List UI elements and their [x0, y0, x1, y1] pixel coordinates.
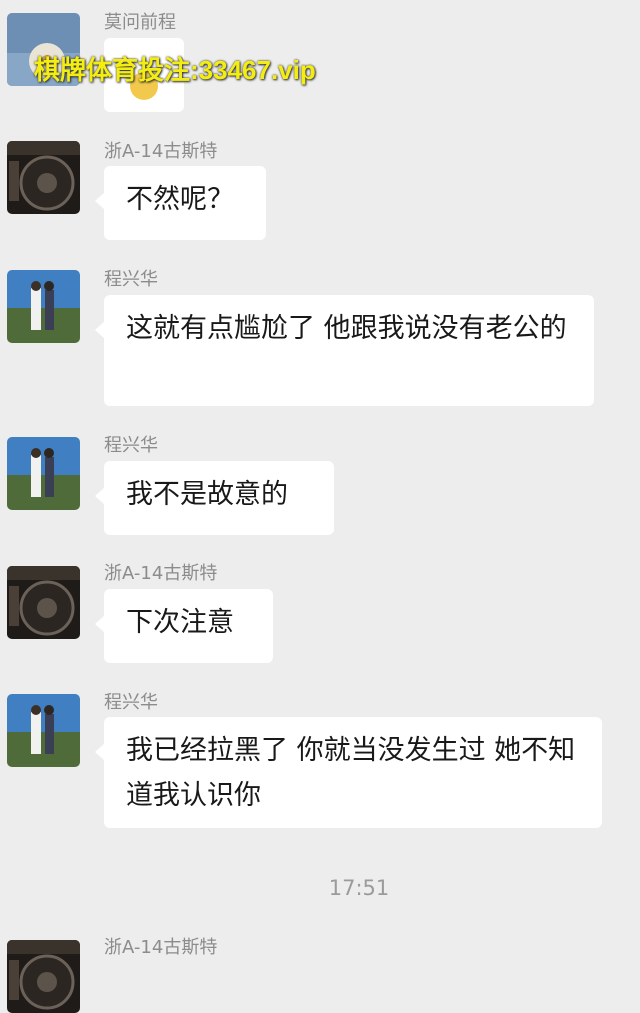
avatar-couple[interactable] — [7, 437, 80, 510]
sender-name: 浙A-14古斯特 — [104, 563, 218, 584]
avatar-car[interactable] — [7, 940, 80, 1013]
car-wheel-avatar-icon — [7, 566, 80, 639]
avatar-couple[interactable] — [7, 694, 80, 767]
chat-timestamp: 17:51 — [328, 876, 390, 900]
couple-photo-avatar-icon — [7, 437, 80, 510]
watermark-text: 棋牌体育投注:33467.vip — [34, 55, 316, 85]
car-wheel-avatar-icon — [7, 141, 80, 214]
sender-name: 程兴华 — [104, 692, 158, 713]
message-bubble[interactable]: 不然呢？ — [95, 166, 266, 240]
car-wheel-avatar-icon — [7, 940, 80, 1013]
sender-name: 浙A-14古斯特 — [104, 141, 218, 162]
sender-name: 程兴华 — [104, 269, 158, 290]
sender-name: 莫问前程 — [104, 12, 176, 33]
avatar-car[interactable] — [7, 141, 80, 214]
message-bubble[interactable]: 下次注意 — [95, 589, 273, 663]
message-bubble[interactable]: 我已经拉黑了 你就当没发生过 她不知道我认识你 — [95, 717, 602, 828]
couple-photo-avatar-icon — [7, 694, 80, 767]
message-bubble[interactable]: 我不是故意的 — [95, 461, 334, 535]
couple-photo-avatar-icon — [7, 270, 80, 343]
sender-name: 浙A-14古斯特 — [104, 937, 218, 958]
avatar-car[interactable] — [7, 566, 80, 639]
sender-name: 程兴华 — [104, 435, 158, 456]
avatar-couple[interactable] — [7, 270, 80, 343]
message-bubble[interactable]: 这就有点尴尬了 他跟我说没有老公的 — [95, 295, 594, 406]
